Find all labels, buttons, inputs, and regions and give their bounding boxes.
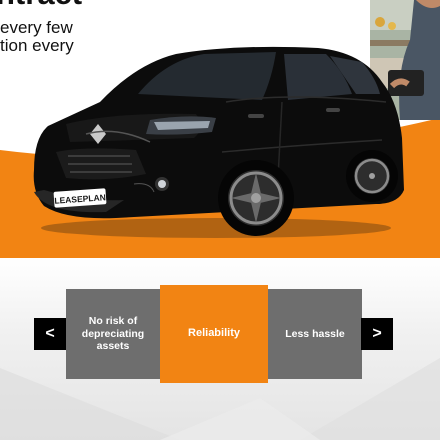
tile-label: Less hassle: [285, 327, 345, 340]
carousel-tile-no-risk[interactable]: No risk of depreciating assets: [66, 289, 160, 379]
tile-label: Reliability: [188, 327, 240, 340]
benefits-carousel: < No risk of depreciating assets Reliabi…: [0, 258, 440, 440]
tile-label: No risk of depreciating assets: [81, 315, 145, 353]
carousel-tile-reliability[interactable]: Reliability: [160, 285, 268, 383]
carousel-tile-less-hassle[interactable]: Less hassle: [268, 289, 362, 379]
hero-headline: ntract: [0, 0, 82, 9]
carousel-next-button[interactable]: >: [361, 318, 393, 350]
hero-banner: ntract every few tion every: [0, 0, 440, 258]
chevron-left-icon: <: [45, 325, 55, 342]
renault-kadjar-car-image: LEASEPLAN: [33, 46, 404, 238]
chevron-right-icon: >: [372, 325, 382, 342]
carousel-prev-button[interactable]: <: [34, 318, 66, 350]
hero-subline-1: every few: [0, 18, 73, 37]
